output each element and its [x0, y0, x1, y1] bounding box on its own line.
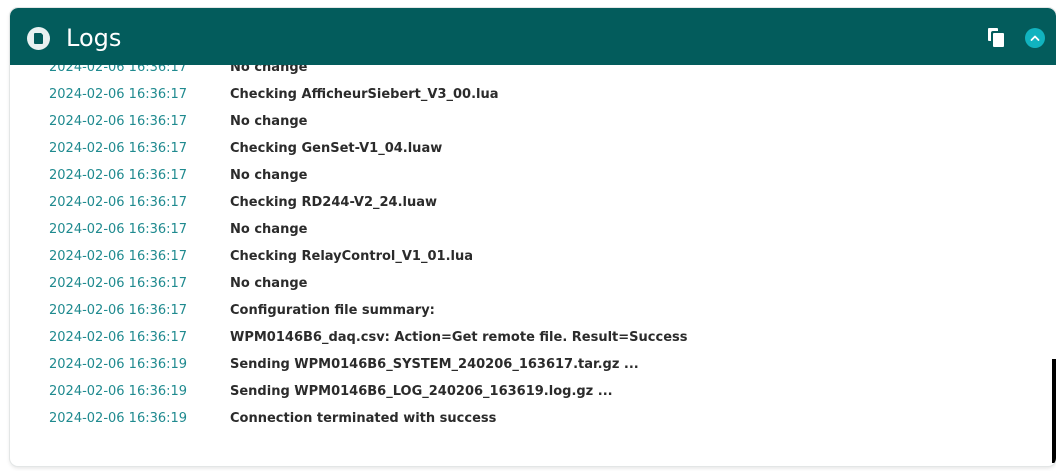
logs-panel-header[interactable]: Logs [10, 8, 1056, 65]
log-message: No change [230, 276, 308, 291]
scrollbar-thumb[interactable] [1052, 359, 1056, 463]
log-message: Checking GenSet-V1_04.luaw [230, 141, 443, 156]
log-row: 2024-02-06 16:36:17 No change [10, 216, 1056, 243]
log-row: 2024-02-06 16:36:17 Checking RelayControl… [10, 243, 1056, 270]
log-row: 2024-02-06 16:36:17 Configuration file su… [10, 297, 1056, 324]
log-row: 2024-02-06 16:36:17 No change [10, 270, 1056, 297]
log-message: Connection terminated with success [230, 411, 497, 426]
log-timestamp: 2024-02-06 16:36:17 [49, 249, 188, 264]
log-timestamp: 2024-02-06 16:36:17 [49, 141, 188, 156]
log-message: No change [230, 222, 308, 237]
log-timestamp: 2024-02-06 16:36:19 [49, 411, 188, 426]
copy-icon[interactable] [988, 28, 1005, 47]
log-row: 2024-02-06 16:36:17 Checking GenSet-V1_04… [10, 135, 1056, 162]
log-timestamp: 2024-02-06 16:36:17 [49, 65, 188, 75]
log-row: 2024-02-06 16:36:17 No change [10, 162, 1056, 189]
log-timestamp: 2024-02-06 16:36:19 [49, 384, 188, 399]
log-message: Sending WPM0146B6_SYSTEM_240206_163617.t… [230, 357, 639, 372]
log-timestamp: 2024-02-06 16:36:17 [49, 114, 188, 129]
log-row: 2024-02-06 16:36:19 Sending WPM0146B6_SYS… [10, 351, 1056, 378]
log-timestamp: 2024-02-06 16:36:17 [49, 195, 188, 210]
log-timestamp: 2024-02-06 16:36:17 [49, 276, 188, 291]
log-scroll-area[interactable]: 2024-02-06 16:36:17 No change 2024-02-06 1… [10, 65, 1056, 466]
log-timestamp: 2024-02-06 16:36:17 [49, 222, 188, 237]
chevron-up-icon [1030, 35, 1040, 41]
log-row: 2024-02-06 16:36:17 Checking AfficheurSie… [10, 81, 1056, 108]
log-timestamp: 2024-02-06 16:36:17 [49, 168, 188, 183]
log-message: Sending WPM0146B6_LOG_240206_163619.log.… [230, 384, 613, 399]
log-message: Checking RelayControl_V1_01.lua [230, 249, 473, 264]
log-list: 2024-02-06 16:36:17 No change 2024-02-06 1… [10, 65, 1056, 432]
log-timestamp: 2024-02-06 16:36:17 [49, 303, 188, 318]
collapse-button[interactable] [1025, 28, 1045, 48]
logs-panel: Logs 2024-02-06 16:36:17 No change 2024-02… [10, 8, 1056, 466]
log-message: No change [230, 114, 308, 129]
log-timestamp: 2024-02-06 16:36:17 [49, 330, 188, 345]
log-row: 2024-02-06 16:36:19 Connection terminated… [10, 405, 1056, 432]
log-timestamp: 2024-02-06 16:36:19 [49, 357, 188, 372]
copy-icon-front-sheet [993, 33, 1004, 47]
log-message: WPM0146B6_daq.csv: Action=Get remote fil… [230, 330, 688, 345]
log-message: Checking AfficheurSiebert_V3_00.lua [230, 87, 499, 102]
document-glyph [34, 33, 43, 44]
log-message: Checking RD244-V2_24.luaw [230, 195, 438, 210]
log-row: 2024-02-06 16:36:17 Checking RD244-V2_24.… [10, 189, 1056, 216]
log-message: Configuration file summary: [230, 303, 435, 318]
log-row: 2024-02-06 16:36:19 Sending WPM0146B6_LOG… [10, 378, 1056, 405]
log-row: 2024-02-06 16:36:17 No change [10, 65, 1056, 81]
log-document-icon [27, 27, 50, 50]
log-message: No change [230, 168, 308, 183]
log-row: 2024-02-06 16:36:17 WPM0146B6_daq.csv: Ac… [10, 324, 1056, 351]
log-timestamp: 2024-02-06 16:36:17 [49, 87, 188, 102]
panel-title: Logs [66, 24, 122, 52]
log-message: No change [230, 65, 308, 75]
log-row: 2024-02-06 16:36:17 No change [10, 108, 1056, 135]
